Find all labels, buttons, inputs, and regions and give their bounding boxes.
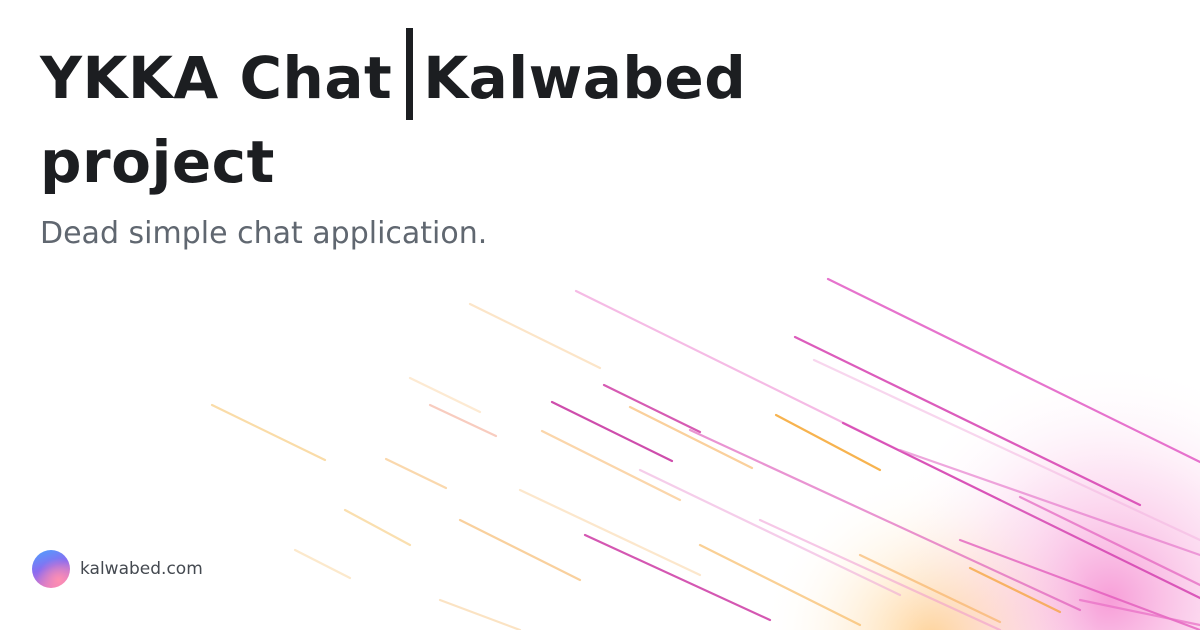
title-separator <box>406 28 414 120</box>
brand: kalwabed.com <box>32 550 203 588</box>
brand-logo-icon <box>32 550 70 588</box>
app-name: YKKA Chat <box>40 44 393 112</box>
page-title: YKKA Chat Kalwabed project <box>40 28 800 204</box>
brand-domain: kalwabed.com <box>80 559 203 579</box>
social-card: YKKA Chat Kalwabed project Dead simple ch… <box>0 0 1200 630</box>
page-subtitle: Dead simple chat application. <box>40 216 488 251</box>
